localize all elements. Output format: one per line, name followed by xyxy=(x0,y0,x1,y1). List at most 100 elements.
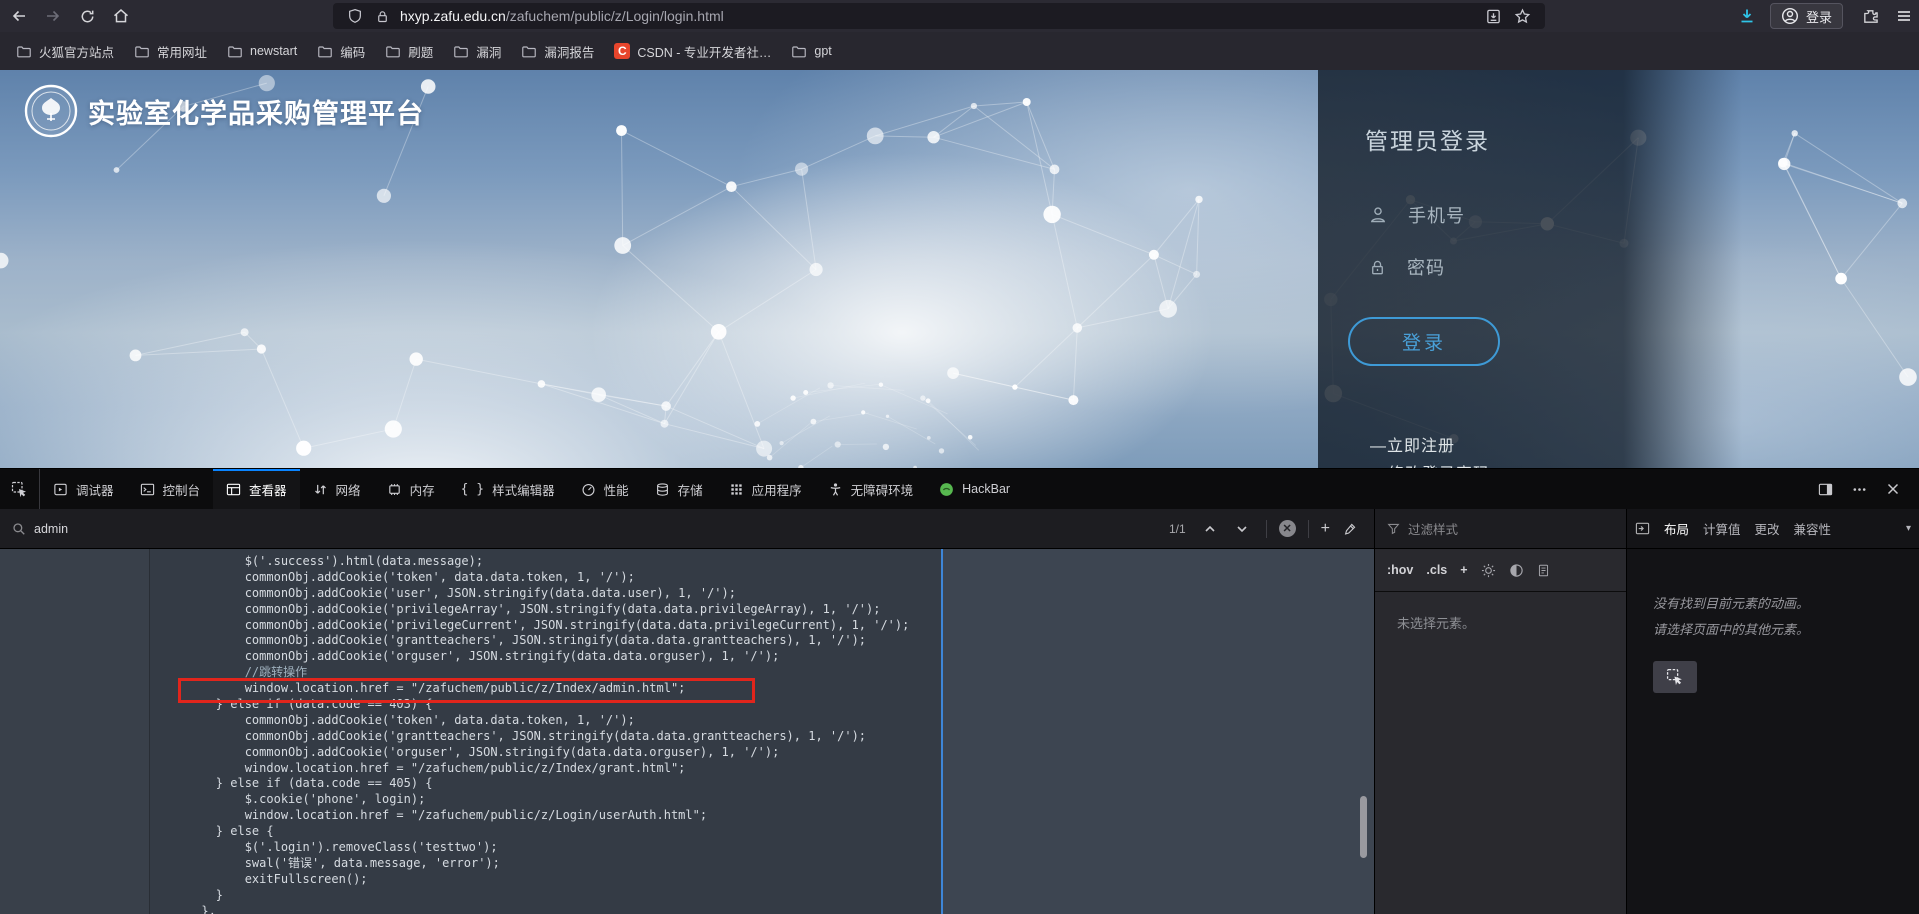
folder-icon xyxy=(791,43,807,59)
folder-icon xyxy=(521,43,537,59)
code-line: commonObj.addCookie('grantteachers', JSO… xyxy=(0,729,1374,745)
sidebar-tab[interactable]: 布局 xyxy=(1664,519,1689,538)
bookmark-item[interactable]: 漏洞报告 xyxy=(513,38,602,64)
bookmark-item[interactable]: 编码 xyxy=(309,38,373,64)
print-media-icon[interactable] xyxy=(1537,564,1550,577)
style-editor-icon: { } xyxy=(461,482,484,497)
password-field[interactable]: 密码 xyxy=(1368,254,1627,280)
no-animations-message-line1: 没有找到目前元素的动画。 xyxy=(1653,593,1809,612)
code-line: } else { xyxy=(0,824,1374,840)
code-line: commonObj.addCookie('privilegeArray', JS… xyxy=(0,602,1374,618)
bookmarks-bar: 火狐官方站点常用网址newstart编码刷题 漏洞 漏洞报告 CCSDN - 专业开发… xyxy=(0,32,1919,70)
search-icon xyxy=(12,522,26,536)
devtools-tab-application[interactable]: 应用程序 xyxy=(716,469,815,509)
change-password-link[interactable]: 修改登录密码 xyxy=(1388,460,1490,468)
url-bar[interactable]: hxyp.zafu.edu.cn/zafuchem/public/z/Login… xyxy=(333,3,1545,29)
forward-icon[interactable] xyxy=(38,3,68,29)
reload-icon[interactable] xyxy=(72,3,102,29)
memory-icon xyxy=(387,482,402,497)
dock-side-icon[interactable] xyxy=(1809,473,1841,505)
search-input[interactable]: admin xyxy=(34,522,68,536)
extensions-puzzle-icon[interactable] xyxy=(1855,3,1885,29)
downloads-icon[interactable] xyxy=(1732,3,1762,29)
menu-hamburger-icon[interactable] xyxy=(1889,3,1919,29)
devtools-tab-label: 控制台 xyxy=(163,480,201,499)
code-line: commonObj.addCookie('grantteachers', JSO… xyxy=(0,633,1374,649)
bookmark-item[interactable]: 漏洞 xyxy=(445,38,509,64)
pseudo-class-toggle[interactable]: :hov xyxy=(1387,563,1413,577)
login-button[interactable]: 登录 xyxy=(1348,317,1500,366)
bookmark-star-icon[interactable] xyxy=(1514,8,1531,25)
pick-element-icon[interactable] xyxy=(0,469,40,509)
rules-filter-bar[interactable]: 过滤样式 xyxy=(1374,509,1626,549)
devtools-tab-memory[interactable]: 内存 xyxy=(374,469,448,509)
sidebar-toggle-icon[interactable] xyxy=(1635,521,1650,536)
no-element-selected-message: 未选择元素。 xyxy=(1397,613,1475,632)
url-domain: hxyp.zafu.edu.cn xyxy=(400,8,506,24)
devtools-body: $('.success').html(data.message); common… xyxy=(0,549,1919,914)
bookmark-label: 漏洞 xyxy=(476,42,501,61)
devtools-tab-hackbar[interactable]: HackBar xyxy=(926,469,1023,509)
source-code-pane[interactable]: $('.success').html(data.message); common… xyxy=(0,549,1374,914)
devtools-tab-debugger[interactable]: 调试器 xyxy=(40,469,127,509)
page-content: 实验室化学品采购管理平台 管理员登录 手机号 密码 登录 —立即注册 修改登录密… xyxy=(0,70,1919,468)
sidebar-tabs: 布局计算值更改兼容性 ▾ xyxy=(1626,509,1919,549)
eyedropper-icon[interactable] xyxy=(1338,517,1362,541)
account-login-button[interactable]: 登录 xyxy=(1770,3,1843,29)
clear-search-icon[interactable]: ✕ xyxy=(1279,520,1296,537)
sidebar-tab[interactable]: 计算值 xyxy=(1703,519,1741,538)
sidebar-tab[interactable]: 兼容性 xyxy=(1794,519,1832,538)
bookmark-label: gpt xyxy=(814,44,831,58)
code-line: $('.login').removeClass('testtwo'); xyxy=(0,840,1374,856)
close-devtools-icon[interactable] xyxy=(1877,473,1909,505)
code-scrollbar[interactable] xyxy=(1360,796,1367,858)
bookmark-item[interactable]: 刷题 xyxy=(377,38,441,64)
save-page-icon[interactable] xyxy=(1485,8,1502,25)
phone-field[interactable]: 手机号 xyxy=(1368,202,1628,228)
chevron-down-icon[interactable]: ▾ xyxy=(1906,523,1911,534)
bookmark-item[interactable]: 火狐官方站点 xyxy=(8,38,122,64)
bookmark-item[interactable]: CCSDN - 专业开发者社… xyxy=(606,38,779,64)
pick-element-button[interactable] xyxy=(1653,661,1697,693)
animations-pane: 没有找到目前元素的动画。 请选择页面中的其他元素。 xyxy=(1626,549,1919,914)
devtools-tab-storage[interactable]: 存储 xyxy=(642,469,716,509)
shield-icon[interactable] xyxy=(347,8,363,24)
add-rule-icon[interactable]: + xyxy=(1321,520,1330,538)
devtools-panel: 调试器 控制台 查看器网络内存{ }样式编辑器 性能存储应用程序 无障碍环境 HackBa… xyxy=(0,468,1919,914)
toolbar-right: 登录 xyxy=(1728,0,1919,32)
sidebar-tab[interactable]: 更改 xyxy=(1755,519,1780,538)
bookmark-item[interactable]: 常用网址 xyxy=(126,38,215,64)
devtools-tab-accessibility[interactable]: 无障碍环境 xyxy=(815,469,927,509)
inspector-search-bar[interactable]: admin 1/1 ✕ + xyxy=(0,509,1374,549)
devtools-tab-label: 无障碍环境 xyxy=(851,480,914,499)
code-line: commonObj.addCookie('orguser', JSON.stri… xyxy=(0,745,1374,761)
devtools-tab-performance[interactable]: 性能 xyxy=(568,469,642,509)
search-prev-icon[interactable] xyxy=(1198,517,1222,541)
devtools-tab-style-editor[interactable]: { }样式编辑器 xyxy=(448,469,568,509)
devtools-tabbar: 调试器 控制台 查看器网络内存{ }样式编辑器 性能存储应用程序 无障碍环境 HackBa… xyxy=(0,469,1919,509)
devtools-tab-label: 性能 xyxy=(604,480,629,499)
register-link[interactable]: —立即注册 xyxy=(1370,432,1455,456)
devtools-tab-console[interactable]: 控制台 xyxy=(127,469,214,509)
bookmark-item[interactable]: newstart xyxy=(219,38,305,64)
csdn-favicon: C xyxy=(614,43,630,59)
search-next-icon[interactable] xyxy=(1230,517,1254,541)
bookmark-item[interactable]: gpt xyxy=(783,38,839,64)
code-line: swal('错误', data.message, 'error'); xyxy=(0,856,1374,872)
home-icon[interactable] xyxy=(106,3,136,29)
devtools-tab-network[interactable]: 网络 xyxy=(300,469,374,509)
more-options-icon[interactable] xyxy=(1843,473,1875,505)
add-rule-button[interactable]: + xyxy=(1460,563,1467,577)
back-icon[interactable] xyxy=(4,3,34,29)
lock-icon[interactable] xyxy=(375,9,390,24)
bookmark-label: 漏洞报告 xyxy=(544,42,594,61)
class-toggle[interactable]: .cls xyxy=(1426,563,1447,577)
devtools-tab-inspector[interactable]: 查看器 xyxy=(213,469,300,509)
filter-funnel-icon xyxy=(1387,522,1400,535)
devtools-tab-label: 查看器 xyxy=(249,480,287,499)
dark-theme-icon[interactable] xyxy=(1509,563,1524,578)
debugger-icon xyxy=(53,482,68,497)
light-theme-icon[interactable] xyxy=(1481,563,1496,578)
devtools-toolrow: admin 1/1 ✕ + xyxy=(0,509,1919,549)
code-lines: $('.success').html(data.message); common… xyxy=(0,554,1374,914)
